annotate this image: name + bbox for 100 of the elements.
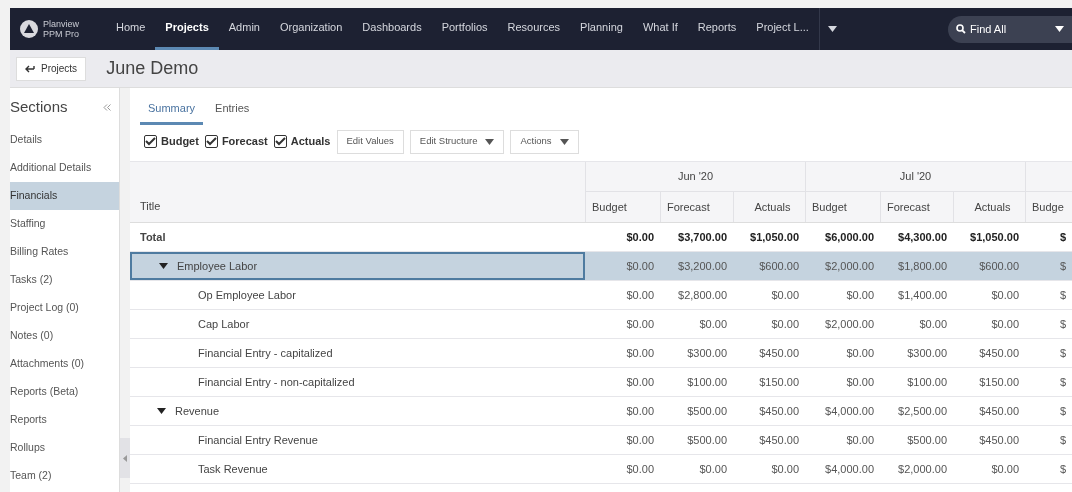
table-cell-text: $100.00 <box>687 374 727 390</box>
toolbar-button[interactable]: Actions <box>510 129 579 154</box>
back-arrow-icon <box>25 64 35 73</box>
row-title: Financial Entry - non-capitalized <box>198 374 355 390</box>
table-cell-text: $2,000.00 <box>825 316 874 332</box>
more-caret-icon <box>827 26 837 32</box>
row-title: Cap Labor <box>198 316 250 332</box>
back-button[interactable]: Projects <box>16 56 87 81</box>
table-cell-text: $3,200.00 <box>678 258 727 274</box>
table-cell-text: $450.00 <box>979 432 1019 448</box>
row-title: Financial Entry - capitalized <box>198 345 333 361</box>
caret-down-icon <box>559 138 569 145</box>
nav-tab[interactable]: Portfolios <box>431 8 498 50</box>
checkbox-label: Budget <box>161 134 199 150</box>
nav-tab[interactable]: What If <box>632 8 688 50</box>
table-cell-text: $450.00 <box>759 432 799 448</box>
panel-handle[interactable] <box>120 438 130 478</box>
table-cell-text: $2,800.00 <box>678 287 727 303</box>
sidebar-item[interactable]: Staffing <box>10 210 119 238</box>
caret-down-icon <box>159 263 168 269</box>
table-cell-text: $0.00 <box>846 374 874 390</box>
tab[interactable]: Entries <box>207 99 258 125</box>
table-cell-text: $2,000.00 <box>825 258 874 274</box>
table-cell-text: $2,000.00 <box>898 461 947 477</box>
tab[interactable]: Summary <box>140 99 204 125</box>
table-cell-text: $ <box>1059 287 1066 303</box>
checkbox[interactable] <box>204 135 218 148</box>
month-header: Jul '20 <box>899 169 932 185</box>
table-cell-text: $100.00 <box>907 374 947 390</box>
table-cell-text: $0.00 <box>991 316 1019 332</box>
table-cell-text: $0.00 <box>626 316 654 332</box>
sidebar-item[interactable]: Rollups <box>10 434 119 462</box>
row-title: Op Employee Labor <box>198 287 296 303</box>
sidebar-title: Sections <box>10 96 68 117</box>
nav-tab[interactable]: Resources <box>497 8 571 50</box>
nav-tab[interactable]: Planning <box>570 8 633 50</box>
column-header: Budget <box>592 199 627 215</box>
collapse-icon[interactable] <box>103 103 111 111</box>
checkbox-label: Forecast <box>221 134 268 150</box>
toolbar-button[interactable]: Edit Structure <box>409 129 505 154</box>
column-header: Budge <box>1032 199 1064 215</box>
checkbox-label: Actuals <box>290 134 331 150</box>
table-cell-text: $3,700.00 <box>678 229 727 245</box>
sidebar-item[interactable]: Attachments (0) <box>10 350 119 378</box>
table-cell-text: $4,300.00 <box>898 229 947 245</box>
table-cell-text: $0.00 <box>771 461 799 477</box>
toolbar-button[interactable]: Edit Values <box>336 129 404 154</box>
table-cell-text: $0.00 <box>699 316 727 332</box>
table-cell-text: $ <box>1059 374 1066 390</box>
sidebar-item[interactable]: Tasks (2) <box>10 266 119 294</box>
checkbox[interactable] <box>144 135 157 148</box>
table-cell-text: $6,000.00 <box>825 229 874 245</box>
caret-down-icon <box>485 138 495 145</box>
nav-tab[interactable]: Organization <box>269 8 353 50</box>
sidebar-item[interactable]: Team (2) <box>10 462 119 490</box>
table-cell-text: $500.00 <box>687 403 727 419</box>
table-cell-text: $ <box>1059 345 1066 361</box>
find-all-search[interactable]: Find All <box>948 15 1072 43</box>
column-header: Forecast <box>887 199 930 215</box>
sidebar-item[interactable]: Details <box>10 126 119 154</box>
sidebar-item[interactable]: Reports <box>10 406 119 434</box>
table-cell-text: $0.00 <box>846 432 874 448</box>
table-cell-text: $0.00 <box>991 461 1019 477</box>
nav-tab[interactable]: Dashboards <box>352 8 432 50</box>
row-title: Financial Entry Revenue <box>198 432 318 448</box>
sidebar-item[interactable]: Project Log (0) <box>10 294 119 322</box>
table-cell-text: $0.00 <box>626 258 654 274</box>
sidebar-item[interactable]: Billing Rates <box>10 238 119 266</box>
nav-tab[interactable]: Reports <box>687 8 747 50</box>
page-title: June Demo <box>106 57 199 80</box>
table-cell-text: $ <box>1059 316 1066 332</box>
sidebar-item[interactable]: Additional Details <box>10 154 119 182</box>
row-title: Employee Labor <box>177 258 258 274</box>
table-cell-text: $0.00 <box>626 432 654 448</box>
sidebar-item[interactable]: Notes (0) <box>10 322 119 350</box>
table-row[interactable]: Employee Labor $0.00 $3,200.00 $600.00 $2,000.00 $1,800.00 $600.00 $ <box>130 252 1072 281</box>
table-cell-text: $0.00 <box>771 287 799 303</box>
nav-tab[interactable]: Home <box>106 8 156 50</box>
table-cell-text: $450.00 <box>759 403 799 419</box>
search-icon <box>956 24 966 34</box>
table-cell-text: $0.00 <box>626 403 654 419</box>
sidebar-item[interactable]: Financials <box>10 182 119 210</box>
table-cell-text: $ <box>1059 403 1066 419</box>
table-cell-text: $450.00 <box>979 403 1019 419</box>
table-cell-text: $0.00 <box>846 345 874 361</box>
row-title: Total <box>140 229 166 245</box>
nav-tab[interactable]: Project L... <box>746 8 819 50</box>
table-cell-text: $450.00 <box>979 345 1019 361</box>
column-header: Title <box>140 198 161 214</box>
column-header: Forecast <box>667 199 710 215</box>
table-cell-text: $300.00 <box>687 345 727 361</box>
table-cell-text: $ <box>1059 258 1066 274</box>
sidebar-item[interactable]: Reports (Beta) <box>10 378 119 406</box>
nav-tab[interactable]: Admin <box>218 8 270 50</box>
table-cell-text: $500.00 <box>687 432 727 448</box>
checkbox[interactable] <box>273 135 287 148</box>
caret-left-icon <box>123 454 127 462</box>
caret-down-icon <box>1055 26 1064 32</box>
table-cell-text: $0.00 <box>626 229 654 245</box>
table-cell-text: $ <box>1059 432 1066 448</box>
